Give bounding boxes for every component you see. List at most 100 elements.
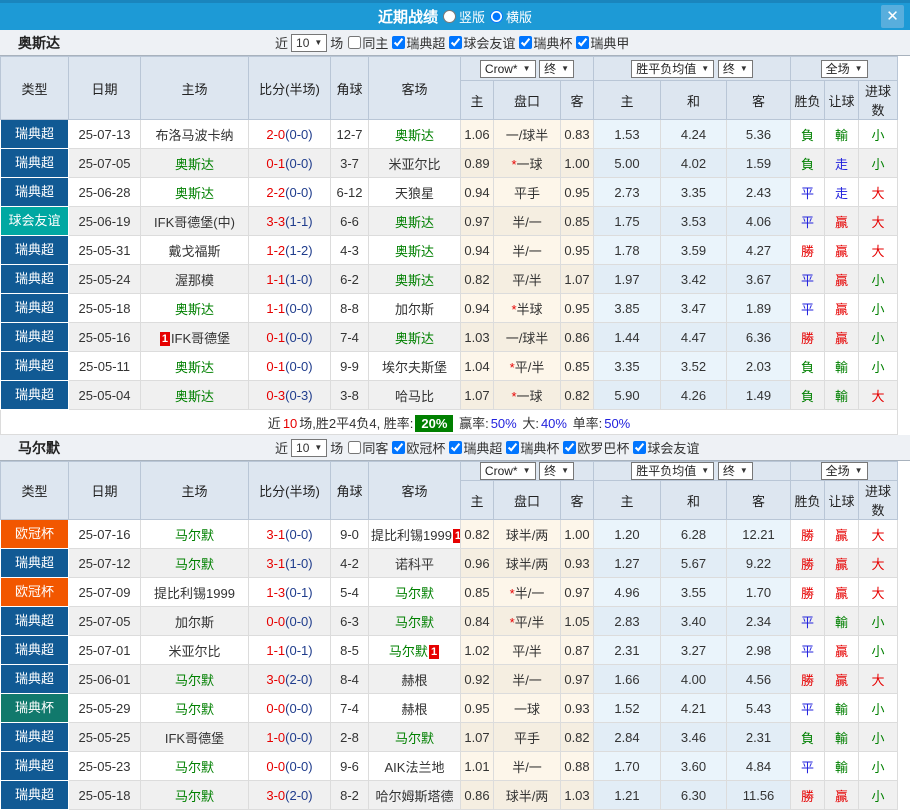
league-filter[interactable]: 欧罗巴杯 bbox=[561, 438, 629, 457]
col-score: 比分(半场) bbox=[249, 57, 331, 120]
odds-stage-select[interactable]: 终▼ bbox=[539, 60, 574, 78]
summary-segment: 赢率: bbox=[455, 416, 488, 431]
red-card-badge: 1 bbox=[160, 332, 170, 346]
home-odds: 0.92 bbox=[461, 665, 494, 694]
home-team: 提比利锡1999 bbox=[141, 578, 249, 607]
league-type-badge: 瑞典超 bbox=[1, 265, 68, 293]
league-type-badge: 瑞典超 bbox=[1, 178, 68, 206]
result-wdl: 負 bbox=[791, 120, 825, 149]
col-odds-away: 客 bbox=[561, 81, 594, 120]
odds-company-select[interactable]: Crow*▼ bbox=[480, 60, 536, 78]
league-filter[interactable]: 瑞典超 bbox=[447, 438, 502, 457]
vertical-radio[interactable] bbox=[443, 10, 456, 23]
table-row: 瑞典超 25-05-11 奥斯达 0-1(0-0) 9-9 埃尔夫斯堡 1.04… bbox=[1, 352, 898, 381]
avg-home-odds: 1.27 bbox=[594, 549, 661, 578]
same-venue-checkbox[interactable] bbox=[348, 36, 361, 49]
home-team: 奥斯达 bbox=[141, 352, 249, 381]
score: 0-1(0-0) bbox=[249, 149, 331, 178]
home-odds: 0.97 bbox=[461, 207, 494, 236]
layout-radio-horizontal[interactable]: 横版 bbox=[490, 7, 532, 26]
score: 1-0(0-0) bbox=[249, 723, 331, 752]
odds-company-select[interactable]: Crow*▼ bbox=[480, 462, 536, 480]
league-filter[interactable]: 瑞典杯 bbox=[517, 33, 572, 52]
league-checkbox[interactable] bbox=[392, 441, 405, 454]
league-checkbox[interactable] bbox=[449, 36, 462, 49]
avg-away-odds: 5.43 bbox=[727, 694, 791, 723]
league-checkbox[interactable] bbox=[519, 36, 532, 49]
away-team: 马尔默1 bbox=[369, 636, 461, 665]
score: 3-0(2-0) bbox=[249, 665, 331, 694]
odds-group-header: Crow*▼ 终▼ bbox=[461, 462, 594, 481]
table-row: 瑞典杯 25-05-29 马尔默 0-0(0-0) 7-4 赫根 0.95 一球… bbox=[1, 694, 898, 723]
home-team: 加尔斯 bbox=[141, 607, 249, 636]
horizontal-radio[interactable] bbox=[490, 10, 503, 23]
result-wdl: 平 bbox=[791, 607, 825, 636]
summary-segment: 50% bbox=[491, 416, 517, 431]
same-venue-checkbox[interactable] bbox=[348, 441, 361, 454]
match-count-select[interactable]: 10 ▼ bbox=[291, 34, 327, 52]
close-icon[interactable]: ✕ bbox=[881, 5, 904, 28]
result-goals: 小 bbox=[859, 352, 898, 381]
league-checkbox[interactable] bbox=[392, 36, 405, 49]
avg-away-odds: 12.21 bbox=[727, 520, 791, 549]
league-checkbox[interactable] bbox=[576, 36, 589, 49]
avg-draw-odds: 5.67 bbox=[661, 549, 727, 578]
result-goals: 小 bbox=[859, 636, 898, 665]
scope-select[interactable]: 全场▼ bbox=[821, 462, 868, 480]
league-type-badge: 瑞典超 bbox=[1, 149, 68, 177]
league-checkbox[interactable] bbox=[449, 441, 462, 454]
corners: 6-6 bbox=[331, 207, 369, 236]
europe-stage-select[interactable]: 终▼ bbox=[718, 462, 753, 480]
league-filter[interactable]: 欧冠杯 bbox=[390, 438, 445, 457]
league-filter[interactable]: 瑞典甲 bbox=[574, 33, 629, 52]
europe-odds-select[interactable]: 胜平负均值▼ bbox=[631, 462, 714, 480]
league-checkbox[interactable] bbox=[563, 441, 576, 454]
match-date: 25-05-25 bbox=[69, 723, 141, 752]
league-filter[interactable]: 瑞典杯 bbox=[504, 438, 559, 457]
summary-segment: 50% bbox=[604, 416, 630, 431]
odds-stage-select[interactable]: 终▼ bbox=[539, 462, 574, 480]
europe-stage-select[interactable]: 终▼ bbox=[718, 60, 753, 78]
home-odds: 0.82 bbox=[461, 265, 494, 294]
match-date: 25-05-04 bbox=[69, 381, 141, 410]
same-venue-filter[interactable]: 同主 bbox=[346, 33, 388, 52]
team-name: IFK哥德堡(中) bbox=[154, 215, 235, 230]
avg-away-odds: 1.59 bbox=[727, 149, 791, 178]
avg-draw-odds: 3.52 bbox=[661, 352, 727, 381]
away-team: 赫根 bbox=[369, 665, 461, 694]
layout-radio-vertical[interactable]: 竖版 bbox=[443, 7, 485, 26]
league-type-badge: 瑞典超 bbox=[1, 781, 68, 809]
col-res-goals: 进球数 bbox=[859, 481, 898, 520]
league-filter[interactable]: 瑞典超 bbox=[390, 33, 445, 52]
score: 1-1(0-1) bbox=[249, 636, 331, 665]
away-odds: 1.03 bbox=[561, 781, 594, 810]
europe-odds-select[interactable]: 胜平负均值▼ bbox=[631, 60, 714, 78]
league-checkbox[interactable] bbox=[506, 441, 519, 454]
match-count-select[interactable]: 10 ▼ bbox=[291, 439, 327, 457]
team-name: 赫根 bbox=[401, 702, 427, 717]
col-type: 类型 bbox=[1, 57, 69, 120]
league-checkbox[interactable] bbox=[633, 441, 646, 454]
away-team: 奥斯达 bbox=[369, 120, 461, 149]
avg-away-odds: 4.56 bbox=[727, 665, 791, 694]
col-odds-away: 客 bbox=[561, 481, 594, 520]
league-filter[interactable]: 球会友谊 bbox=[631, 438, 699, 457]
home-team: 马尔默 bbox=[141, 665, 249, 694]
table-row: 瑞典超 25-07-05 奥斯达 0-1(0-0) 3-7 米亚尔比 0.89 … bbox=[1, 149, 898, 178]
avg-home-odds: 2.83 bbox=[594, 607, 661, 636]
red-card-badge: 1 bbox=[429, 645, 439, 659]
score: 1-1(1-0) bbox=[249, 265, 331, 294]
table-row: 瑞典超 25-06-01 马尔默 3-0(2-0) 8-4 赫根 0.92 半/… bbox=[1, 665, 898, 694]
team-name: 奥斯达 bbox=[395, 273, 434, 288]
league-filter[interactable]: 球会友谊 bbox=[447, 33, 515, 52]
away-odds: 1.05 bbox=[561, 607, 594, 636]
title-bar: 近期战绩 竖版 横版 ✕ bbox=[0, 0, 910, 30]
match-date: 25-07-05 bbox=[69, 607, 141, 636]
same-venue-filter[interactable]: 同客 bbox=[346, 438, 388, 457]
scope-select[interactable]: 全场▼ bbox=[821, 60, 868, 78]
team-name: 马尔默 bbox=[175, 557, 214, 572]
table-row: 瑞典超 25-05-04 奥斯达 0-3(0-3) 3-8 哈马比 1.07 *… bbox=[1, 381, 898, 410]
away-odds: 1.07 bbox=[561, 265, 594, 294]
col-avg-draw: 和 bbox=[661, 81, 727, 120]
league-type-badge: 瑞典超 bbox=[1, 236, 68, 264]
